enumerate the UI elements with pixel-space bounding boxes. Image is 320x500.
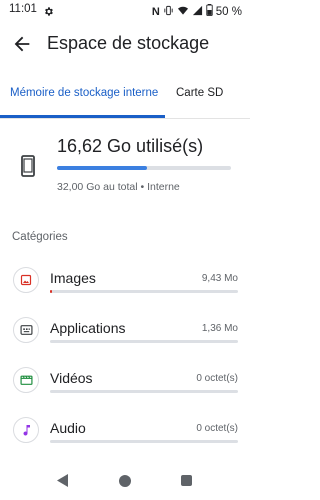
category-icon-circle — [13, 367, 39, 393]
category-size: 9,43 Mo — [201, 273, 238, 284]
storage-progress-fill — [57, 166, 148, 170]
battery-percent: 50 % — [215, 6, 242, 18]
category-name: Applications — [50, 320, 126, 336]
back-button[interactable] — [11, 33, 33, 55]
category-name: Images — [50, 270, 96, 286]
storage-used-label: 16,62 Go utilisé(s) — [57, 136, 204, 156]
tab-internal-storage[interactable]: Mémoire de stockage interne — [10, 87, 158, 99]
nav-back-icon[interactable] — [57, 474, 68, 492]
category-size: 0 octet(s) — [196, 373, 238, 384]
category-progress-bar — [50, 440, 238, 443]
category-icon-circle — [13, 267, 39, 293]
category-images[interactable]: Images 9,43 Mo — [0, 267, 250, 307]
category-progress-fill — [50, 290, 52, 293]
tab-sd-card[interactable]: Carte SD — [176, 87, 223, 99]
category-progress-bar — [50, 340, 238, 343]
category-icon-circle — [13, 317, 39, 343]
image-icon — [20, 274, 32, 286]
page-title: Espace de stockage — [47, 33, 210, 53]
category-videos[interactable]: Vidéos 0 octet(s) — [0, 367, 250, 407]
tab-divider — [0, 118, 250, 119]
status-bar: 11:01 N 50 % — [0, 0, 250, 22]
music-note-icon — [23, 425, 30, 436]
categories-heading: Catégories — [12, 231, 68, 243]
category-size: 1,36 Mo — [201, 323, 238, 334]
status-icons: N 50 % — [152, 3, 242, 21]
phone-icon — [21, 155, 35, 177]
status-time: 11:01 — [9, 3, 37, 15]
category-name: Audio — [50, 420, 86, 436]
nav-recents-icon[interactable] — [181, 475, 192, 486]
wifi-icon — [177, 3, 189, 21]
category-name: Vidéos — [50, 370, 93, 386]
battery-icon — [206, 3, 213, 21]
category-progress-bar — [50, 290, 238, 293]
arrow-back-icon — [14, 36, 30, 52]
category-applications[interactable]: Applications 1,36 Mo — [0, 317, 250, 357]
signal-icon — [192, 3, 203, 21]
gear-icon — [43, 4, 54, 22]
apps-icon — [19, 325, 33, 335]
vibrate-icon — [163, 3, 174, 21]
storage-progress-bar — [57, 166, 231, 170]
category-progress-bar — [50, 390, 238, 393]
storage-total-label: 32,00 Go au total • Interne — [57, 181, 180, 193]
movie-icon — [19, 375, 33, 385]
category-size: 0 octet(s) — [196, 423, 238, 434]
category-icon-circle — [13, 417, 39, 443]
nav-home-icon[interactable] — [119, 475, 131, 487]
navigation-bar — [0, 462, 250, 500]
category-audio[interactable]: Audio 0 octet(s) — [0, 417, 250, 457]
nfc-icon: N — [151, 6, 160, 18]
